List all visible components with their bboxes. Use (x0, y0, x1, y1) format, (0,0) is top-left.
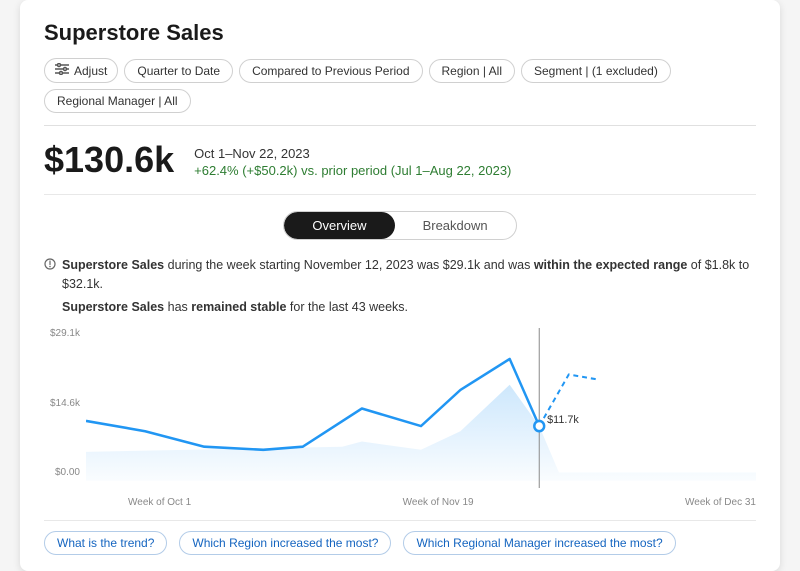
x-label-right: Week of Dec 31 (685, 497, 756, 508)
chart-svg: $11.7k (86, 328, 756, 488)
chart-area: $29.1k $14.6k $0.00 (44, 328, 756, 508)
tab-overview[interactable]: Overview (284, 212, 394, 239)
insight-text-1a: Superstore Sales during the week startin… (62, 258, 749, 291)
main-card: Superstore Sales Adjust Quarter to Date … (20, 0, 780, 571)
metric-section: $130.6k Oct 1–Nov 22, 2023 +62.4% (+$50.… (44, 142, 756, 195)
question-trend[interactable]: What is the trend? (44, 531, 167, 555)
adjust-icon (55, 63, 69, 78)
pin-icon (44, 257, 56, 276)
page-title: Superstore Sales (44, 20, 756, 46)
y-axis: $29.1k $14.6k $0.00 (44, 328, 86, 478)
quarter-filter[interactable]: Quarter to Date (124, 59, 233, 83)
manager-filter[interactable]: Regional Manager | All (44, 89, 191, 113)
tab-bar: Overview Breakdown (44, 211, 756, 240)
y-label-mid: $14.6k (50, 398, 80, 409)
metric-detail: Oct 1–Nov 22, 2023 +62.4% (+$50.2k) vs. … (194, 142, 511, 178)
question-region[interactable]: Which Region increased the most? (179, 531, 391, 555)
insight-line1: Superstore Sales during the week startin… (44, 256, 756, 294)
y-label-bot: $0.00 (55, 467, 80, 478)
region-filter[interactable]: Region | All (429, 59, 516, 83)
tab-breakdown[interactable]: Breakdown (395, 212, 516, 239)
filter-bar: Adjust Quarter to Date Compared to Previ… (44, 58, 756, 126)
question-manager[interactable]: Which Regional Manager increased the mos… (403, 531, 675, 555)
insight-line2: Superstore Sales has remained stable for… (44, 298, 756, 317)
adjust-label: Adjust (74, 64, 107, 78)
compared-filter[interactable]: Compared to Previous Period (239, 59, 422, 83)
x-label-left: Week of Oct 1 (128, 497, 191, 508)
tab-group: Overview Breakdown (283, 211, 516, 240)
question-links: What is the trend? Which Region increase… (44, 520, 756, 555)
metric-value: $130.6k (44, 142, 174, 178)
metric-change: +62.4% (+$50.2k) vs. prior period (Jul 1… (194, 163, 511, 178)
x-label-mid: Week of Nov 19 (403, 497, 474, 508)
segment-filter[interactable]: Segment | (1 excluded) (521, 59, 671, 83)
adjust-button[interactable]: Adjust (44, 58, 118, 83)
y-label-top: $29.1k (50, 328, 80, 339)
svg-text:$11.7k: $11.7k (547, 414, 579, 426)
x-axis: Week of Oct 1 Week of Nov 19 Week of Dec… (128, 488, 756, 508)
metric-period: Oct 1–Nov 22, 2023 (194, 146, 511, 161)
chart-inner: $11.7k Week of Oct 1 Week of Nov 19 Week… (86, 328, 756, 508)
